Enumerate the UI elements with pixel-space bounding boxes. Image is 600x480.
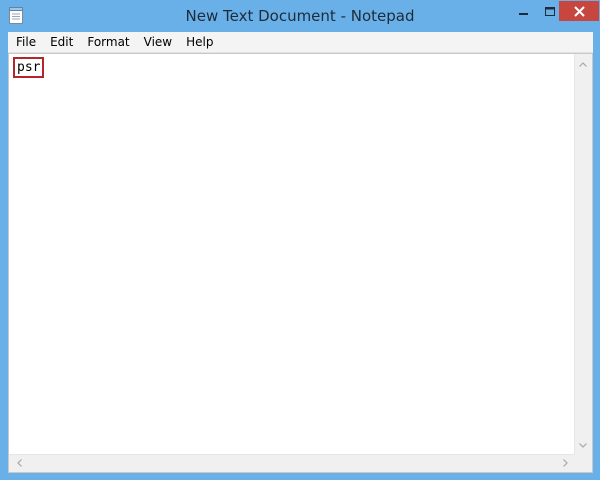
- text-editor-area[interactable]: psr: [9, 54, 575, 455]
- menu-format[interactable]: Format: [80, 32, 136, 53]
- chevron-down-icon[interactable]: [575, 437, 591, 453]
- close-icon: [573, 2, 585, 21]
- chevron-right-icon[interactable]: [557, 455, 573, 471]
- menu-view[interactable]: View: [137, 32, 179, 53]
- notepad-window: New Text Document - Notepad File Edit Fo…: [0, 0, 600, 480]
- horizontal-scrollbar[interactable]: [9, 454, 575, 472]
- scrollbar-corner: [574, 454, 592, 472]
- menu-bar: File Edit Format View Help: [8, 32, 593, 53]
- window-title: New Text Document - Notepad: [185, 7, 415, 25]
- menu-file[interactable]: File: [8, 32, 43, 53]
- chevron-up-icon[interactable]: [575, 56, 591, 72]
- notepad-icon[interactable]: [9, 7, 23, 24]
- highlighted-text[interactable]: psr: [13, 57, 45, 78]
- maximize-icon: [545, 2, 555, 21]
- editor: psr: [8, 53, 593, 473]
- menu-edit[interactable]: Edit: [43, 32, 80, 53]
- chevron-left-icon[interactable]: [11, 455, 27, 471]
- minimize-button[interactable]: [511, 1, 537, 21]
- vertical-scrollbar[interactable]: [574, 54, 592, 455]
- close-button[interactable]: [559, 1, 599, 21]
- title-bar[interactable]: New Text Document - Notepad: [0, 0, 600, 32]
- minimize-icon: [519, 2, 529, 21]
- menu-help[interactable]: Help: [179, 32, 220, 53]
